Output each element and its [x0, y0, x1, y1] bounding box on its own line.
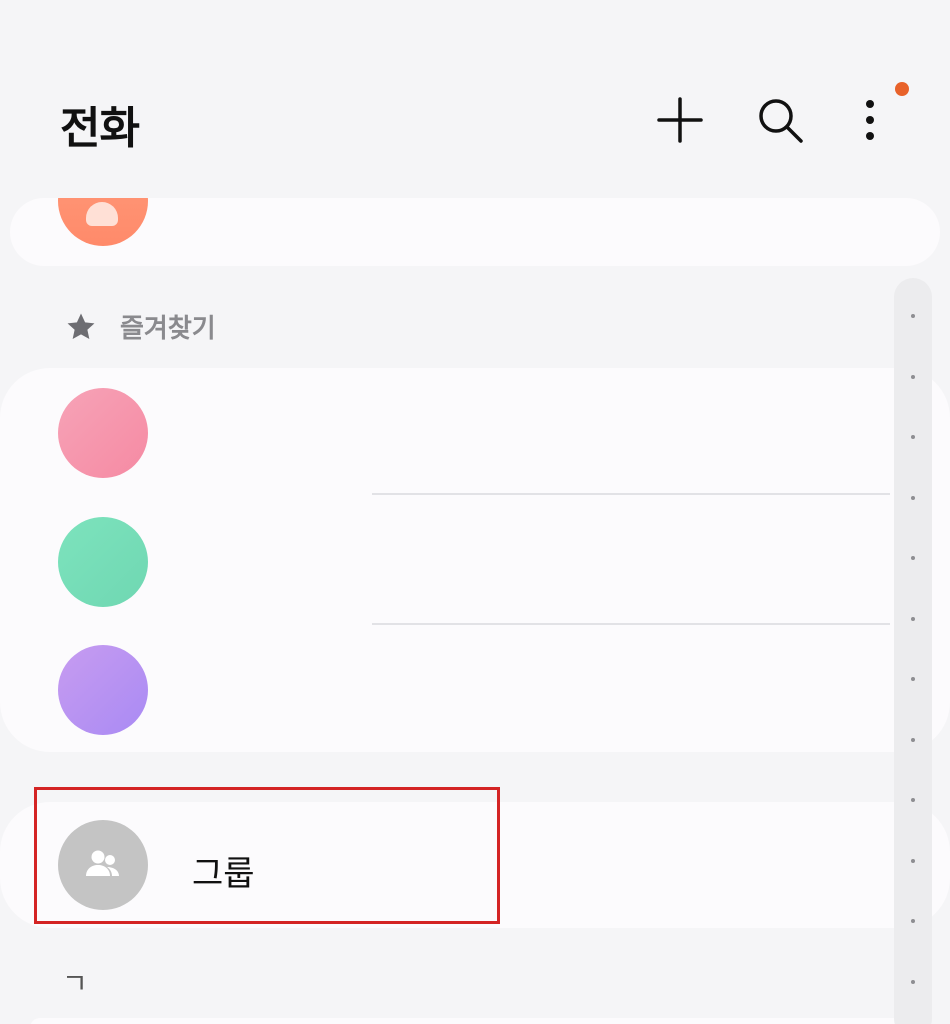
- favorite-contact-avatar[interactable]: [58, 517, 148, 607]
- favorite-contact-avatar[interactable]: [58, 645, 148, 735]
- highlight-box: [34, 787, 500, 924]
- favorite-contact-avatar[interactable]: [58, 388, 148, 478]
- search-icon: [759, 99, 803, 143]
- scroll-index-dot: [911, 374, 915, 379]
- list-divider: [372, 493, 890, 495]
- scroll-index-dot: [911, 677, 915, 681]
- plus-icon: [657, 97, 703, 143]
- scroll-index-dot: [911, 435, 915, 439]
- add-contact-button[interactable]: [650, 90, 710, 150]
- app-header: 전화: [0, 0, 950, 190]
- scroll-index-dot: [911, 314, 915, 318]
- search-button[interactable]: [750, 90, 810, 150]
- scroll-index-dot: [911, 798, 915, 802]
- profile-avatar-figure: [86, 202, 118, 226]
- scroll-index-dot: [911, 616, 915, 621]
- profile-card[interactable]: [10, 198, 940, 266]
- index-header: ㄱ: [62, 967, 88, 1000]
- scroll-index-dot: [911, 919, 915, 923]
- star-icon: [67, 313, 95, 339]
- fast-scroll-index[interactable]: [894, 278, 932, 1024]
- favorites-label: 즐겨찾기: [120, 314, 216, 344]
- more-vertical-icon: [866, 100, 874, 140]
- more-options-button[interactable]: [840, 90, 900, 150]
- scroll-index-dot: [911, 737, 915, 742]
- page-title: 전화: [60, 103, 140, 154]
- list-divider: [372, 623, 890, 625]
- contact-list-card: [30, 1018, 930, 1024]
- notification-dot: [895, 82, 909, 96]
- scroll-index-dot: [911, 556, 915, 560]
- scroll-index-dot: [911, 495, 915, 500]
- scroll-index-dot: [911, 979, 915, 984]
- scroll-index-dot: [911, 858, 915, 863]
- favorites-section-header: 즐겨찾기: [64, 308, 216, 345]
